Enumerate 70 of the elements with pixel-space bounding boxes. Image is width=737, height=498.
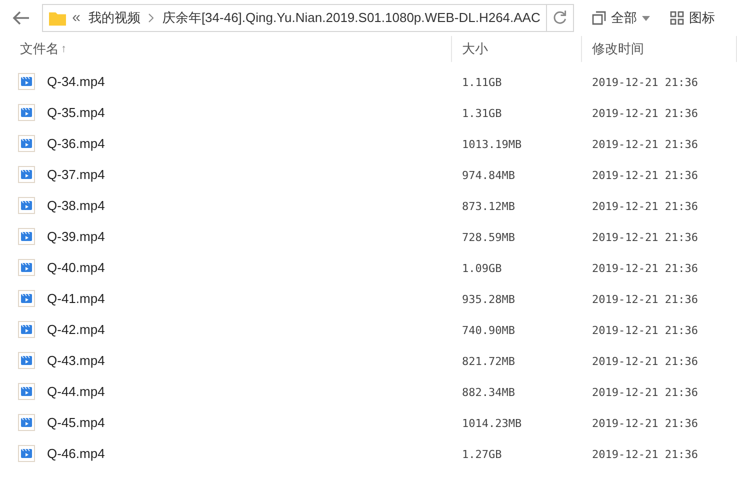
copy-icon xyxy=(592,11,606,25)
view-label: 图标 xyxy=(689,9,715,28)
column-header[interactable]: 文件名 xyxy=(20,39,59,59)
sort-arrow: ↑ xyxy=(61,42,66,57)
file-size: 1013.19MB xyxy=(462,138,522,150)
file-name[interactable]: Q-34.mp4 xyxy=(47,72,105,92)
modified-time: 2019-12-21 21:36 xyxy=(592,200,698,212)
file-size: 1014.23MB xyxy=(462,416,522,430)
file-size: 740.90MB xyxy=(462,324,515,336)
modified-time: 2019-12-21 21:36 xyxy=(592,168,698,182)
modified-time: 2019-12-21 21:36 xyxy=(592,354,698,368)
modified-time: 2019-12-21 21:36 xyxy=(592,138,698,150)
file-name[interactable]: Q-37.mp4 xyxy=(47,164,105,184)
file-name[interactable]: Q-43.mp4 xyxy=(47,350,105,370)
breadcrumb-item[interactable]: 我的视频 xyxy=(88,8,140,28)
file-size: 882.34MB xyxy=(462,386,515,398)
caret-icon xyxy=(642,16,650,20)
video-file-icon xyxy=(18,73,35,90)
file-name[interactable]: Q-42.mp4 xyxy=(47,320,105,340)
file-name[interactable]: Q-41.mp4 xyxy=(47,288,105,308)
modified-time: 2019-12-21 21:36 xyxy=(592,448,698,460)
modified-time: 2019-12-21 21:36 xyxy=(592,230,698,244)
file-name[interactable]: Q-44.mp4 xyxy=(47,382,105,402)
chevron-icon xyxy=(148,13,154,23)
file-name[interactable]: Q-46.mp4 xyxy=(47,444,105,464)
column-header[interactable]: 修改时间 xyxy=(592,39,644,59)
video-file-icon xyxy=(18,414,35,431)
grid-icon xyxy=(670,11,684,25)
file-name[interactable]: Q-39.mp4 xyxy=(47,226,105,246)
filter-dropdown[interactable]: 全部 xyxy=(592,8,650,28)
file-size: 1.09GB xyxy=(462,262,502,274)
modified-time: 2019-12-21 21:36 xyxy=(592,416,698,430)
address-bar[interactable]: « 我的视频 庆余年[34-46].Qing.Yu.Nian.2019.S01.1080p.WEB-DL.H264.AAC xyxy=(42,4,574,32)
video-file-icon xyxy=(18,383,35,400)
view-toggle[interactable]: 图标 xyxy=(670,8,715,28)
modified-time: 2019-12-21 21:36 xyxy=(592,106,698,120)
file-name[interactable]: Q-38.mp4 xyxy=(47,196,105,216)
modified-time: 2019-12-21 21:36 xyxy=(592,76,698,88)
video-file-icon xyxy=(18,259,35,276)
breadcrumb-back[interactable]: « xyxy=(72,6,80,30)
modified-time: 2019-12-21 21:36 xyxy=(592,324,698,336)
video-file-icon xyxy=(18,228,35,245)
file-name[interactable]: Q-36.mp4 xyxy=(47,134,105,154)
file-size: 1.27GB xyxy=(462,448,502,460)
video-file-icon xyxy=(18,290,35,307)
breadcrumb-item[interactable]: 庆余年[34-46].Qing.Yu.Nian.2019.S01.1080p.WEB-DL.H264.AAC xyxy=(162,8,540,28)
file-size: 1.31GB xyxy=(462,106,502,120)
file-name[interactable]: Q-40.mp4 xyxy=(47,258,105,278)
file-size: 935.28MB xyxy=(462,292,515,306)
folder-icon xyxy=(49,10,66,26)
video-file-icon xyxy=(18,352,35,369)
column-header[interactable]: 大小 xyxy=(462,39,488,59)
filter-label: 全部 xyxy=(611,9,637,28)
file-name[interactable]: Q-45.mp4 xyxy=(47,412,105,432)
video-file-icon xyxy=(18,166,35,183)
file-size: 1.11GB xyxy=(462,76,502,88)
video-file-icon xyxy=(18,321,35,338)
file-size: 821.72MB xyxy=(462,354,515,368)
modified-time: 2019-12-21 21:36 xyxy=(592,292,698,306)
file-size: 974.84MB xyxy=(462,168,515,182)
video-file-icon xyxy=(18,197,35,214)
back-arrow-icon[interactable] xyxy=(12,11,30,25)
video-file-icon xyxy=(18,445,35,462)
video-file-icon xyxy=(18,135,35,152)
modified-time: 2019-12-21 21:36 xyxy=(592,262,698,274)
modified-time: 2019-12-21 21:36 xyxy=(592,386,698,398)
video-file-icon xyxy=(18,104,35,121)
file-name[interactable]: Q-35.mp4 xyxy=(47,102,105,122)
file-size: 873.12MB xyxy=(462,200,515,212)
file-size: 728.59MB xyxy=(462,230,515,244)
